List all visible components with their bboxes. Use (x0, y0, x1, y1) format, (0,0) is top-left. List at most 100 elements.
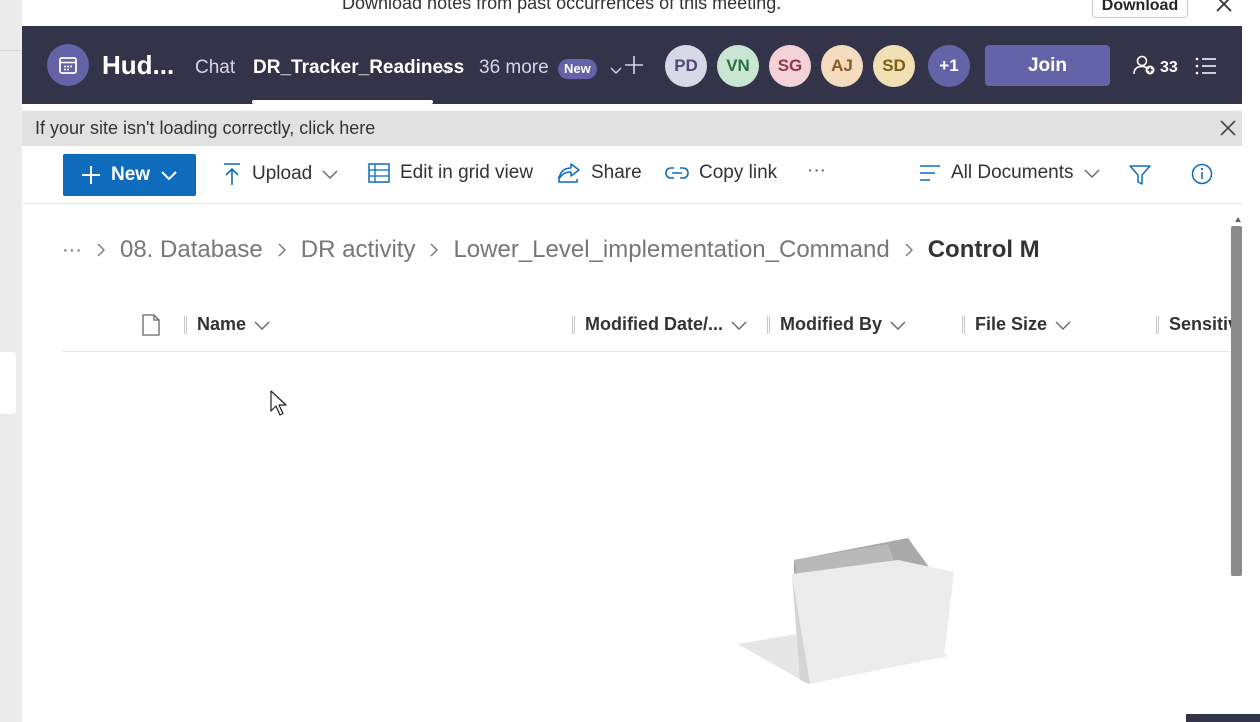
tab-chat[interactable]: Chat (195, 57, 235, 79)
filter-icon (1129, 165, 1151, 185)
column-header-sensitivity[interactable]: Sensitiv (1156, 314, 1238, 335)
banner-text: Download notes from past occurrences of … (342, 0, 782, 13)
meeting-title[interactable]: Hud... (102, 50, 174, 81)
breadcrumb-item[interactable]: DR activity (301, 236, 416, 264)
column-label: Modified By (780, 314, 882, 334)
column-resize-handle[interactable] (572, 315, 575, 334)
chevron-down-icon[interactable] (610, 62, 622, 80)
column-header-name[interactable]: Name (184, 314, 270, 335)
column-header-modified-by[interactable]: Modified By (767, 314, 906, 335)
column-label: Modified Date/... (585, 314, 724, 334)
close-icon[interactable] (1212, 0, 1236, 16)
chevron-right-icon (904, 242, 914, 258)
list-icon[interactable] (1194, 56, 1218, 81)
add-tab-icon[interactable] (623, 54, 645, 81)
background-app-sliver (0, 0, 22, 722)
column-resize-handle[interactable] (184, 315, 187, 334)
mouse-cursor-icon (270, 390, 290, 421)
meeting-header: Hud... Chat DR_Tracker_Readiness 36 more… (22, 26, 1242, 104)
calendar-icon (47, 44, 89, 86)
chevron-down-icon (161, 171, 177, 181)
grid-icon (368, 163, 390, 183)
breadcrumb-overflow[interactable]: ··· (62, 239, 82, 262)
new-button[interactable]: New (63, 154, 196, 196)
file-type-icon[interactable] (142, 314, 160, 341)
upload-button[interactable]: Upload (222, 162, 338, 186)
avatar-initials: SD (882, 56, 906, 75)
copy-link-label: Copy link (699, 162, 778, 183)
tab-dr-tracker-readiness[interactable]: DR_Tracker_Readiness (253, 57, 464, 79)
more-icon: ··· (807, 160, 826, 181)
copy-link-button[interactable]: Copy link (665, 162, 777, 184)
new-badge: New (558, 59, 597, 79)
edit-grid-view-button[interactable]: Edit in grid view (368, 162, 533, 184)
participant-avatar[interactable]: SD (873, 45, 915, 87)
breadcrumb: ··· 08. Database DR activity Lower_Level… (62, 236, 1040, 264)
chevron-down-icon (1084, 169, 1099, 178)
people-count: 33 (1160, 58, 1178, 76)
view-selector[interactable]: All Documents (919, 162, 1100, 184)
screen: Download notes from past occurrences of … (0, 0, 1260, 722)
more-commands-button[interactable]: ··· (807, 160, 826, 182)
active-tab-indicator (252, 100, 433, 104)
chevron-down-icon (322, 170, 338, 179)
view-selector-label: All Documents (951, 162, 1074, 183)
filter-lines-icon (920, 165, 940, 181)
scrollbar-thumb[interactable] (1231, 226, 1242, 576)
chevron-right-icon (96, 242, 106, 258)
people-button[interactable]: 33 (1132, 54, 1178, 81)
more-participants-avatar[interactable]: +1 (928, 45, 970, 87)
close-icon[interactable] (1218, 118, 1238, 143)
participant-avatar[interactable]: VN (717, 45, 759, 87)
column-label: Name (197, 314, 247, 334)
avatar-initials: PD (674, 56, 698, 75)
chevron-down-icon (1055, 321, 1071, 330)
upload-label: Upload (252, 163, 313, 184)
chevron-down-icon[interactable] (440, 62, 452, 80)
upload-icon (224, 163, 240, 185)
empty-folder-illustration (738, 534, 958, 691)
share-label: Share (591, 162, 642, 183)
info-icon (1191, 163, 1213, 185)
column-header-row: Name Modified Date/... Modified By File … (62, 302, 1238, 352)
background-panel-chip (0, 352, 16, 414)
people-icon (1132, 54, 1156, 81)
chevron-right-icon (429, 242, 439, 258)
scrollbar-track[interactable] (1242, 26, 1260, 722)
breadcrumb-item[interactable]: 08. Database (120, 236, 263, 264)
avatar-initials: VN (726, 56, 750, 75)
share-icon (558, 163, 580, 183)
column-header-modified[interactable]: Modified Date/... (572, 314, 747, 335)
info-button[interactable] (1191, 163, 1213, 185)
plus-icon (82, 166, 100, 184)
avatar-initials: +1 (939, 56, 959, 75)
breadcrumb-item[interactable]: Lower_Level_implementation_Command (453, 236, 889, 264)
participant-avatar[interactable]: AJ (821, 45, 863, 87)
edit-grid-view-label: Edit in grid view (400, 162, 534, 183)
participant-avatar[interactable]: PD (665, 45, 707, 87)
chevron-down-icon (890, 321, 906, 330)
column-label: File Size (975, 314, 1048, 334)
filter-button[interactable] (1129, 164, 1151, 186)
link-icon (665, 167, 689, 179)
join-button[interactable]: Join (985, 45, 1110, 86)
avatar-initials: SG (777, 56, 803, 75)
breadcrumb-current: Control M (927, 236, 1040, 263)
column-resize-handle[interactable] (1156, 315, 1159, 334)
window-edge (1186, 714, 1260, 722)
site-notice-text[interactable]: If your site isn't loading correctly, cl… (35, 118, 375, 139)
participant-avatar[interactable]: SG (769, 45, 811, 87)
chevron-right-icon (277, 242, 287, 258)
column-resize-handle[interactable] (767, 315, 770, 334)
share-button[interactable]: Share (557, 162, 642, 184)
tab-more[interactable]: 36 more (479, 57, 549, 79)
column-resize-handle[interactable] (962, 315, 965, 334)
notes-banner: Download notes from past occurrences of … (22, 0, 1260, 26)
chevron-down-icon (731, 321, 747, 330)
column-label: Sensitiv (1169, 314, 1239, 334)
command-bar: New Upload Edit in grid view Share Copy … (22, 146, 1242, 204)
download-button[interactable]: Download (1092, 0, 1188, 18)
column-header-file-size[interactable]: File Size (962, 314, 1071, 335)
avatar-initials: AJ (831, 56, 853, 75)
site-notice-bar[interactable]: If your site isn't loading correctly, cl… (22, 111, 1242, 146)
